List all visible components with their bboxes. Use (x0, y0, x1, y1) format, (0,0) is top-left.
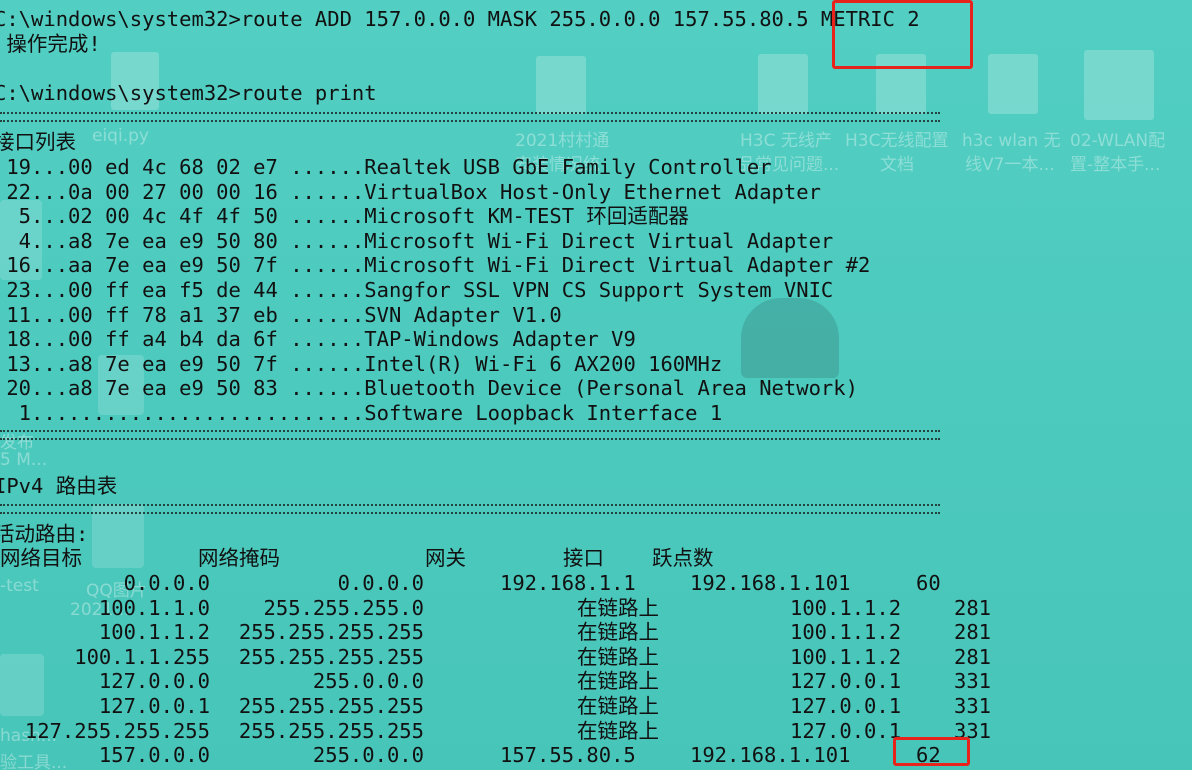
table-cell: 281 (954, 620, 992, 645)
table-cell: 255.255.255.255 (238, 620, 424, 645)
table-cell: 0.0.0.0 (337, 571, 424, 595)
table-cell: 在链路上 (577, 620, 659, 645)
table-cell: 100.1.1.2 (790, 620, 902, 645)
highlight-box (893, 737, 970, 766)
interface-list-item: 18...00 ff a4 b4 da 6f ......TAP-Windows… (0, 327, 636, 352)
table-cell: 在链路上 (577, 595, 659, 620)
table-cell: 127.0.0.1 (790, 669, 902, 694)
table-cell: 255.0.0.0 (312, 669, 424, 694)
interface-list-item: 22...0a 00 27 00 00 16 ......VirtualBox … (0, 179, 821, 204)
table-cell: 100.1.1.2 (790, 644, 902, 669)
table-cell: 331 (954, 694, 992, 718)
table-cell: 在链路上 (577, 644, 659, 669)
table-cell: 127.0.0.1 (98, 694, 210, 718)
table-cell: 0.0.0.0 (123, 571, 210, 595)
table-cell: 127.255.255.255 (24, 718, 210, 743)
interface-list-item: 23...00 ff ea f5 de 44 ......Sangfor SSL… (0, 278, 834, 302)
desktop: eiqi.py 2021村村通 安装情况统 H3C 无线产 品常见问题... H… (0, 0, 1192, 770)
interface-list-item: 16...aa 7e ea e9 50 7f ......Microsoft W… (0, 253, 871, 278)
table-cell: 255.255.255.0 (263, 595, 424, 620)
table-cell: 100.1.1.2 (790, 595, 902, 620)
table-cell: 157.55.80.5 (500, 743, 636, 768)
interface-list-item: 4...a8 7e ea e9 50 80 ......Microsoft Wi… (0, 228, 834, 253)
interface-list-item: 20...a8 7e ea e9 50 83 ......Bluetooth D… (0, 376, 858, 401)
separator (0, 504, 940, 514)
separator (0, 430, 940, 440)
table-cell: 100.1.1.0 (98, 595, 210, 620)
column-header: 网关 (425, 546, 466, 570)
table-cell: 60 (916, 571, 941, 595)
column-header: 接口 (563, 546, 604, 570)
column-header: 跃点数 (652, 546, 714, 570)
table-cell: 在链路上 (577, 718, 659, 743)
table-cell: 100.1.1.255 (74, 644, 210, 669)
command-result: 操作完成! (0, 32, 101, 56)
table-cell: 在链路上 (577, 669, 659, 694)
interface-list-item: 5...02 00 4c 4f 4f 50 ......Microsoft KM… (0, 204, 689, 229)
table-cell: 100.1.1.2 (98, 620, 210, 645)
table-cell: 255.255.255.255 (238, 644, 424, 669)
interface-list-item: 11...00 ff 78 a1 37 eb ......SVN Adapter… (0, 302, 562, 327)
table-cell: 192.168.1.101 (690, 743, 851, 768)
table-cell: 281 (954, 595, 992, 620)
table-cell: 255.255.255.255 (238, 718, 424, 743)
table-cell: 157.0.0.0 (98, 743, 210, 768)
interface-list-item: 13...a8 7e ea e9 50 7f ......Intel(R) Wi… (0, 351, 723, 376)
table-cell: 127.0.0.1 (790, 718, 902, 743)
table-cell: 127.0.0.1 (790, 694, 902, 718)
separator (0, 112, 940, 122)
table-cell: 281 (954, 644, 992, 669)
table-cell: 在链路上 (577, 694, 659, 718)
section-title: 接口列表 (0, 130, 76, 154)
interface-list-item: 19...00 ed 4c 68 02 e7 ......Realtek USB… (0, 155, 772, 179)
table-cell: 331 (954, 669, 992, 694)
command-prompt-output: C:\windows\system32>route ADD 157.0.0.0 … (0, 0, 1192, 770)
table-cell: 255.255.255.255 (238, 694, 424, 718)
table-cell: 127.0.0.0 (98, 669, 210, 694)
command-line: C:\windows\system32>route ADD 157.0.0.0 … (0, 7, 920, 31)
highlight-box (832, 0, 973, 69)
table-cell: 192.168.1.1 (500, 571, 636, 595)
table-cell: 192.168.1.101 (690, 571, 851, 595)
command-line: C:\windows\system32>route print (0, 81, 377, 105)
section-title: IPv4 路由表 (0, 474, 118, 498)
column-header: 网络掩码 (198, 546, 280, 570)
table-cell: 255.0.0.0 (312, 743, 424, 768)
column-header: 网络目标 (0, 546, 82, 570)
interface-list-item: 1...........................Software Loo… (0, 401, 723, 425)
section-title: 活动路由: (0, 522, 89, 546)
